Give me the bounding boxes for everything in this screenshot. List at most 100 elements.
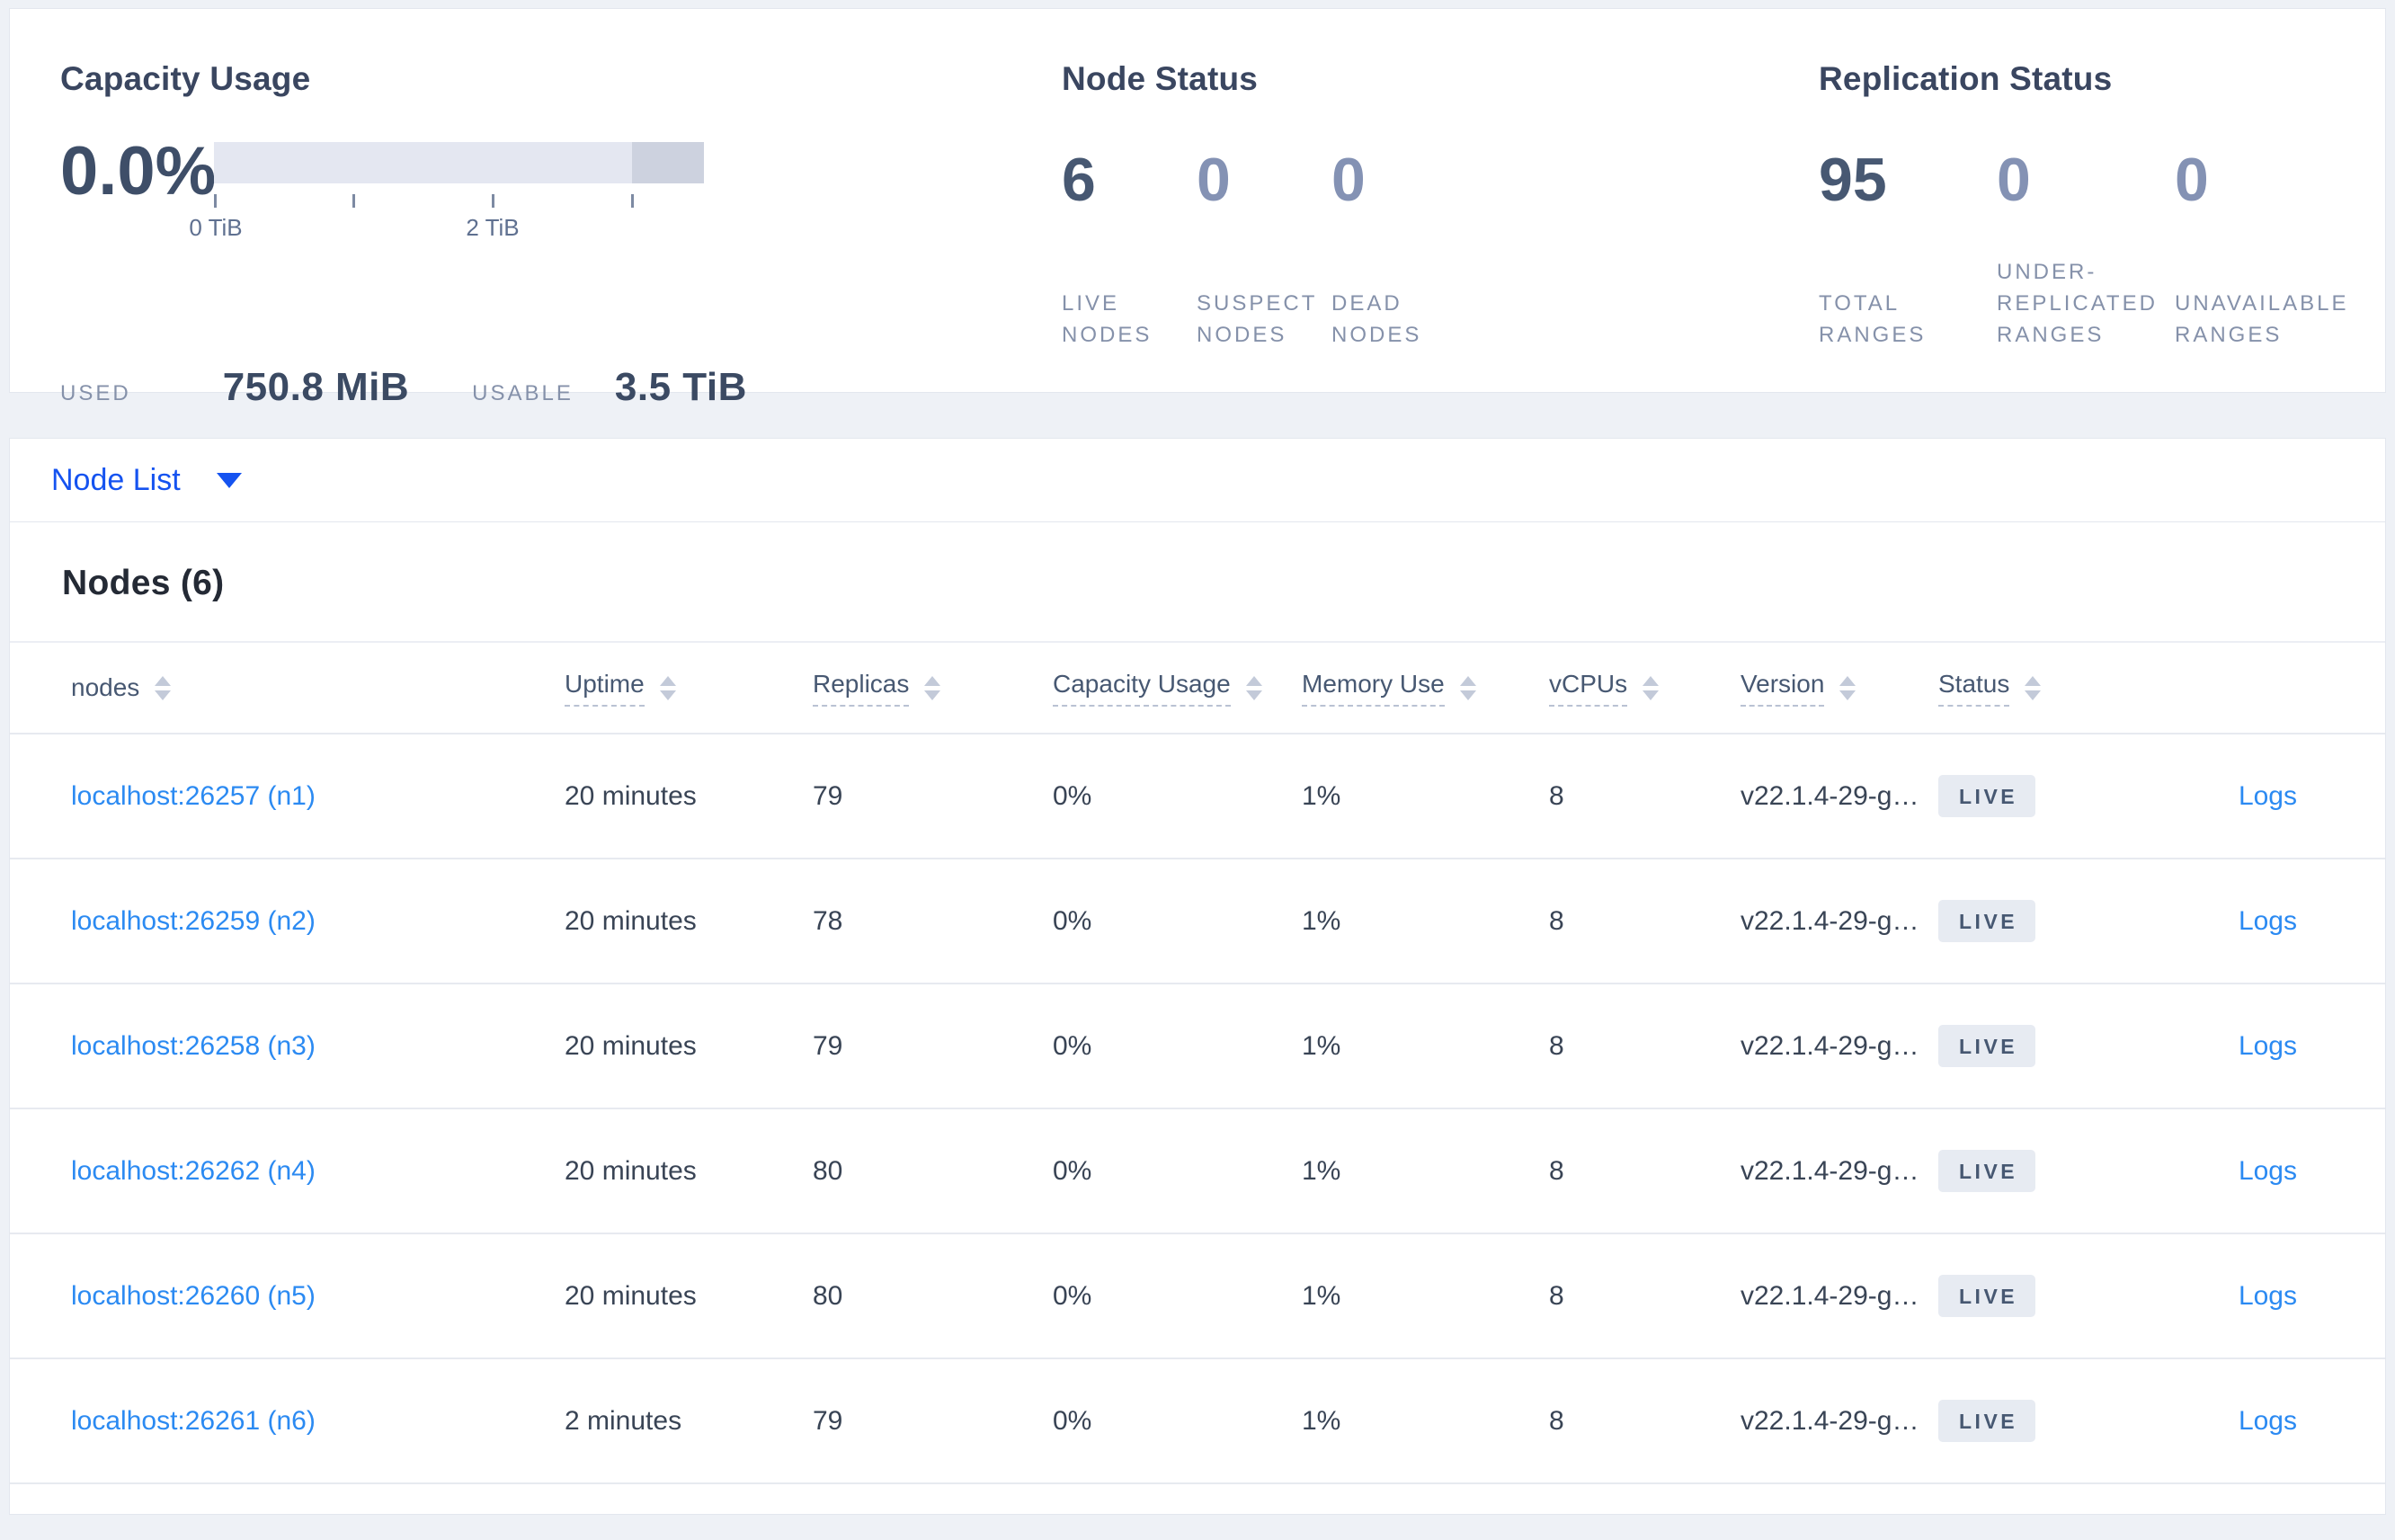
logs-link[interactable]: Logs — [2239, 906, 2297, 936]
replication-status-section: Replication Status 95 TOTAL RANGES 0 UND… — [1819, 59, 2394, 351]
sort-icon — [659, 675, 676, 700]
version-cell: v22.1.4-29-g… — [1741, 1030, 1919, 1061]
capacity-bar-chart: 0 TiB 2 TiB — [189, 142, 704, 340]
memory-cell: 1% — [1302, 1280, 1341, 1311]
replicas-cell: 79 — [813, 1405, 843, 1436]
axis-tick — [631, 194, 634, 208]
status-badge: LIVE — [1938, 1025, 2036, 1067]
replication-status-title: Replication Status — [1819, 60, 2113, 97]
status-badge: LIVE — [1938, 1150, 2036, 1192]
suspect-nodes-value: 0 — [1197, 146, 1231, 214]
sort-icon — [1839, 675, 1856, 700]
node-status-section: Node Status 6 LIVE NODES 0 SUSPECT NODES… — [1062, 59, 1691, 351]
sort-icon — [1643, 675, 1660, 700]
unavailable-ranges-label: UNAVAILABLE RANGES — [2175, 291, 2349, 347]
column-header-vcpus[interactable]: vCPUs — [1549, 670, 1741, 707]
uptime-cell: 20 minutes — [565, 1280, 697, 1311]
capacity-cell: 0% — [1053, 905, 1092, 936]
node-link[interactable]: localhost:26261 (n6) — [71, 1406, 316, 1436]
column-header-version[interactable]: Version — [1741, 670, 1938, 707]
suspect-nodes-label: SUSPECT NODES — [1197, 291, 1317, 347]
total-ranges-value: 95 — [1819, 146, 1887, 214]
uptime-cell: 2 minutes — [565, 1405, 682, 1436]
live-nodes-value: 6 — [1062, 146, 1096, 214]
sort-icon — [1459, 675, 1476, 700]
vcpus-cell: 8 — [1549, 1030, 1564, 1061]
capacity-cell: 0% — [1053, 1405, 1092, 1436]
table-row: localhost:26261 (n6) 2 minutes 79 0% 1% … — [10, 1359, 2385, 1484]
dead-nodes-label: DEAD NODES — [1331, 291, 1422, 347]
capacity-usage-title: Capacity Usage — [60, 60, 311, 97]
node-link[interactable]: localhost:26258 (n3) — [71, 1031, 316, 1061]
column-header-capacity-usage[interactable]: Capacity Usage — [1053, 670, 1302, 707]
capacity-usage-section: Capacity Usage 0.0% 0 TiB 2 TiB USED 750… — [60, 59, 761, 409]
replicas-cell: 79 — [813, 780, 843, 811]
version-cell: v22.1.4-29-g… — [1741, 780, 1919, 811]
table-row: localhost:26259 (n2) 20 minutes 78 0% 1%… — [10, 859, 2385, 984]
column-header-uptime[interactable]: Uptime — [565, 670, 813, 707]
node-link[interactable]: localhost:26260 (n5) — [71, 1281, 316, 1311]
vcpus-cell: 8 — [1549, 1405, 1564, 1436]
logs-link[interactable]: Logs — [2239, 1156, 2297, 1186]
sort-icon — [924, 675, 941, 700]
uptime-cell: 20 minutes — [565, 1030, 697, 1061]
vcpus-cell: 8 — [1549, 905, 1564, 936]
column-header-replicas[interactable]: Replicas — [813, 670, 1053, 707]
memory-cell: 1% — [1302, 1155, 1341, 1186]
under-replicated-ranges-label: UNDER-REPLICATED RANGES — [1997, 260, 2158, 347]
node-link[interactable]: localhost:26257 (n1) — [71, 781, 316, 811]
nodes-table-title: Nodes (6) — [62, 564, 225, 602]
axis-tick — [492, 194, 494, 208]
memory-cell: 1% — [1302, 780, 1341, 811]
version-cell: v22.1.4-29-g… — [1741, 905, 1919, 936]
table-header-row: nodes Uptime Replicas Capacity Usage Mem… — [10, 641, 2385, 734]
dead-nodes-stat: 0 DEAD NODES — [1331, 146, 1466, 351]
replicas-cell: 78 — [813, 905, 843, 936]
node-list-dropdown[interactable]: Node List — [51, 463, 242, 498]
unavailable-ranges-stat: 0 UNAVAILABLE RANGES — [2175, 146, 2353, 351]
axis-tick — [214, 194, 217, 208]
version-cell: v22.1.4-29-g… — [1741, 1280, 1919, 1311]
axis-tick-label: 0 TiB — [189, 214, 243, 241]
replicas-cell: 80 — [813, 1280, 843, 1311]
status-badge: LIVE — [1938, 1275, 2036, 1317]
table-row: localhost:26258 (n3) 20 minutes 79 0% 1%… — [10, 984, 2385, 1109]
replicas-cell: 79 — [813, 1030, 843, 1061]
logs-link[interactable]: Logs — [2239, 1281, 2297, 1311]
column-header-status[interactable]: Status — [1938, 670, 2154, 707]
unavailable-ranges-value: 0 — [2175, 146, 2209, 214]
sort-icon — [1245, 675, 1262, 700]
column-header-nodes[interactable]: nodes — [71, 673, 565, 702]
node-link[interactable]: localhost:26262 (n4) — [71, 1156, 316, 1186]
vcpus-cell: 8 — [1549, 1155, 1564, 1186]
version-cell: v22.1.4-29-g… — [1741, 1155, 1919, 1186]
capacity-bar — [214, 142, 704, 183]
uptime-cell: 20 minutes — [565, 905, 697, 936]
logs-link[interactable]: Logs — [2239, 781, 2297, 811]
logs-link[interactable]: Logs — [2239, 1031, 2297, 1061]
vcpus-cell: 8 — [1549, 1280, 1564, 1311]
table-row: localhost:26257 (n1) 20 minutes 79 0% 1%… — [10, 734, 2385, 859]
dead-nodes-value: 0 — [1331, 146, 1366, 214]
axis-tick — [352, 194, 355, 208]
view-selector-bar: Node List — [9, 438, 2386, 521]
capacity-cell: 0% — [1053, 1155, 1092, 1186]
chevron-down-icon — [216, 472, 242, 488]
live-nodes-label: LIVE NODES — [1062, 291, 1153, 347]
node-status-title: Node Status — [1062, 60, 1259, 97]
usable-label: USABLE — [472, 381, 574, 405]
status-badge: LIVE — [1938, 775, 2036, 817]
node-link[interactable]: localhost:26259 (n2) — [71, 906, 316, 936]
memory-cell: 1% — [1302, 1405, 1341, 1436]
capacity-bar-dark-segment — [632, 142, 704, 183]
node-list-dropdown-label: Node List — [51, 462, 181, 497]
capacity-cell: 0% — [1053, 1030, 1092, 1061]
column-header-memory-use[interactable]: Memory Use — [1302, 670, 1549, 707]
logs-link[interactable]: Logs — [2239, 1406, 2297, 1436]
cluster-summary-panel: Capacity Usage 0.0% 0 TiB 2 TiB USED 750… — [9, 8, 2386, 409]
table-row: localhost:26260 (n5) 20 minutes 80 0% 1%… — [10, 1234, 2385, 1359]
capacity-cell: 0% — [1053, 1280, 1092, 1311]
used-value: 750.8 MiB — [222, 365, 410, 409]
suspect-nodes-stat: 0 SUSPECT NODES — [1197, 146, 1331, 351]
status-badge: LIVE — [1938, 900, 2036, 942]
